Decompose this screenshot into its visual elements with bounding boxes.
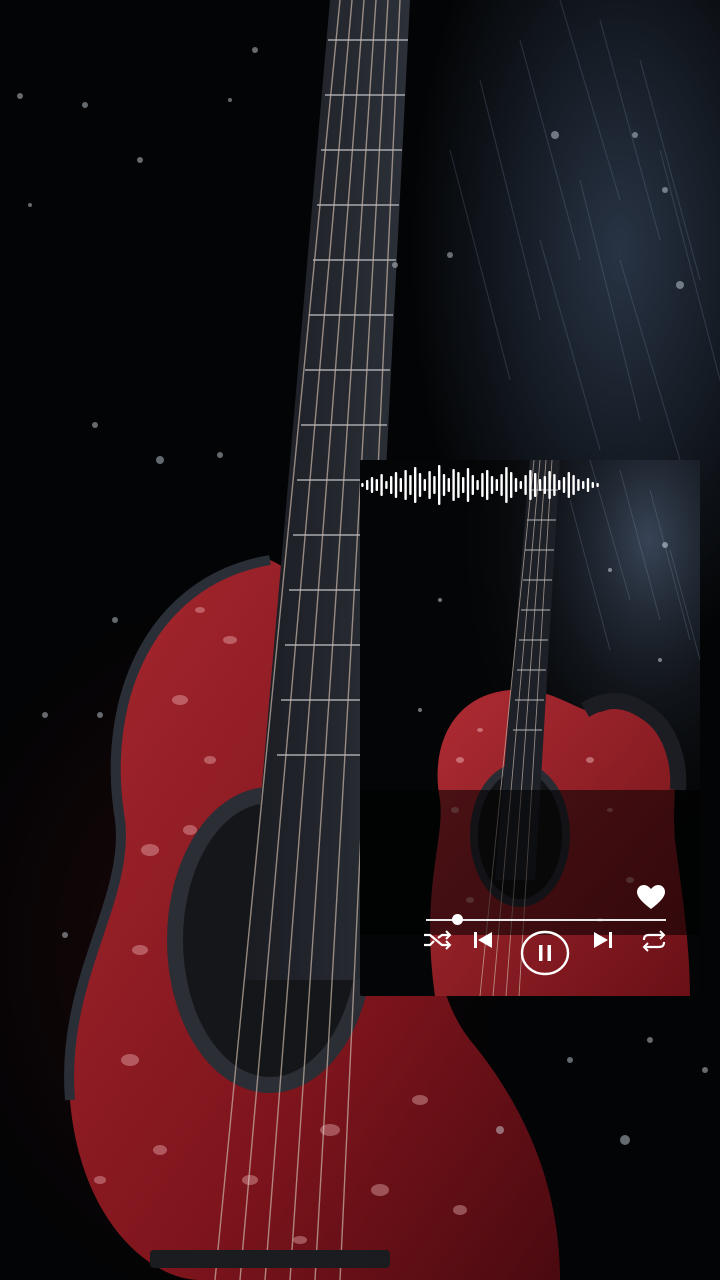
- waveform-bar: [414, 467, 417, 503]
- waveform-bar: [519, 481, 522, 489]
- waveform-bar: [500, 474, 503, 496]
- shuffle-button[interactable]: [422, 930, 458, 980]
- waveform-bar: [558, 480, 561, 490]
- shuffle-icon: [424, 930, 452, 950]
- repeat-icon: [642, 930, 666, 952]
- waveform-bar: [375, 479, 378, 491]
- waveform-bar: [510, 472, 513, 498]
- waveform-bar: [366, 480, 369, 490]
- playback-controls: [420, 930, 670, 980]
- waveform-bar: [490, 476, 494, 494]
- waveform-bar: [505, 467, 508, 503]
- seek-knob[interactable]: [452, 914, 464, 925]
- skip-previous-icon: [474, 932, 492, 948]
- waveform-bar: [548, 471, 551, 499]
- like-button[interactable]: [636, 884, 666, 910]
- waveform-bar: [418, 473, 422, 497]
- next-button[interactable]: [592, 930, 628, 980]
- waveform-bar: [385, 481, 388, 489]
- waveform-bar: [486, 470, 489, 500]
- waveform-bar: [529, 470, 532, 500]
- play-pause-button[interactable]: [520, 930, 574, 980]
- seek-bar[interactable]: [426, 914, 666, 926]
- music-player-card: [360, 460, 700, 996]
- waveform-bar: [534, 473, 537, 497]
- waveform-bar: [462, 477, 465, 493]
- waveform-bar: [553, 474, 556, 496]
- waveform-bar: [361, 483, 364, 487]
- waveform-bar: [380, 474, 383, 496]
- waveform-bar: [404, 470, 407, 500]
- waveform-bar: [466, 468, 470, 502]
- waveform-bar: [596, 483, 599, 487]
- waveform-bar: [524, 475, 527, 495]
- waveform-bar: [447, 478, 450, 492]
- waveform-bar: [567, 472, 570, 498]
- pause-icon: [520, 930, 570, 976]
- waveform-bar: [471, 475, 474, 495]
- waveform-bar: [428, 471, 431, 499]
- waveform-bar: [438, 465, 441, 505]
- waveform-bar: [452, 469, 455, 501]
- previous-button[interactable]: [472, 930, 508, 980]
- waveform-bar: [399, 478, 402, 492]
- waveform-bar: [582, 481, 585, 489]
- waveform-bar: [514, 478, 518, 492]
- waveform-bar: [390, 476, 393, 494]
- audio-waveform: [361, 465, 599, 505]
- waveform-bar: [423, 479, 426, 491]
- waveform-bar: [370, 477, 374, 493]
- waveform-bar: [442, 474, 446, 496]
- waveform-bar: [433, 476, 436, 494]
- waveform-bar: [409, 475, 412, 495]
- waveform-bar: [457, 472, 460, 498]
- waveform-bar: [476, 480, 479, 490]
- waveform-bar: [538, 479, 542, 491]
- waveform-bar: [495, 479, 498, 491]
- heart-icon: [637, 885, 665, 909]
- waveform-bar: [562, 477, 566, 493]
- waveform-bar: [481, 473, 484, 497]
- repeat-button[interactable]: [640, 930, 676, 980]
- waveform-bar: [586, 478, 590, 492]
- waveform-bar: [577, 479, 580, 491]
- waveform-bar: [394, 472, 398, 498]
- waveform-bar: [572, 475, 575, 495]
- waveform-bar: [591, 482, 594, 488]
- waveform-bar: [543, 476, 546, 494]
- skip-next-icon: [594, 932, 612, 948]
